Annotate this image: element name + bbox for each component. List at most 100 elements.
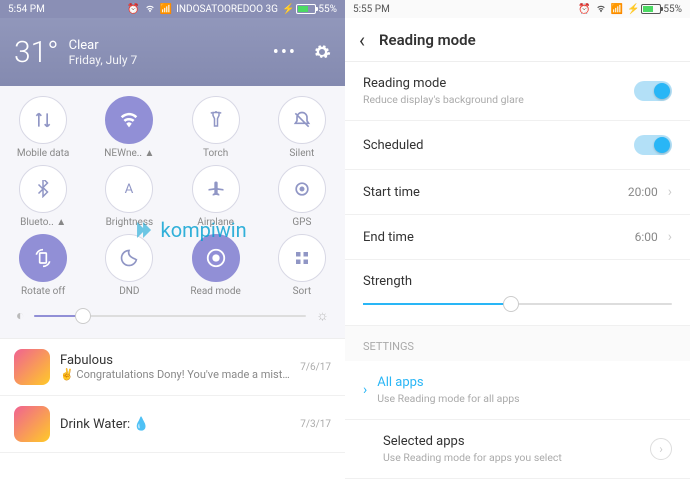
toggle-dnd[interactable]: DND — [86, 234, 172, 297]
toggle-label: Airplane — [197, 217, 234, 228]
toggle-sort[interactable]: Sort — [259, 234, 345, 297]
toggle-label: Silent — [289, 148, 314, 159]
page-header: ‹ Reading mode — [345, 18, 690, 62]
more-icon[interactable]: ••• — [273, 42, 297, 63]
brightness-low-icon: ◐ — [16, 307, 24, 324]
notif-title: Drink Water: 💧 — [60, 417, 290, 432]
weather-date: Friday, July 7 — [69, 53, 138, 67]
status-bar-right: 5:55 PM ⏰ 📶 ⚡ 55% — [345, 0, 690, 18]
sort-icon[interactable] — [278, 234, 326, 282]
notification-item[interactable]: Drink Water: 💧 7/3/17 — [0, 396, 345, 453]
toggle-label: DND — [119, 286, 139, 297]
toggle-torch[interactable]: Torch — [173, 96, 259, 159]
setting-selected-apps[interactable]: Selected apps Use Reading mode for apps … — [345, 420, 690, 479]
status-time: 5:55 PM — [353, 4, 390, 15]
reading-mode-switch[interactable] — [634, 81, 672, 101]
app-icon — [14, 406, 50, 442]
setting-label: All apps — [377, 375, 672, 390]
toggle-label: Torch — [203, 148, 228, 159]
wifi-icon[interactable] — [105, 96, 153, 144]
toggle-brightness[interactable]: A Brightness — [86, 165, 172, 228]
toggle-label: GPS — [292, 217, 311, 228]
dnd-icon[interactable] — [105, 234, 153, 282]
toggle-silent[interactable]: Silent — [259, 96, 345, 159]
strength-slider[interactable] — [363, 303, 672, 305]
toggle-label: Sort — [293, 286, 312, 297]
alarm-icon: ⏰ — [578, 4, 590, 15]
wifi-icon — [144, 4, 156, 14]
toggle-label: Blueto.. ▲ — [20, 217, 66, 228]
bluetooth-icon[interactable] — [19, 165, 67, 213]
notification-list: Fabulous✌ Congratulations Dony! You've m… — [0, 338, 345, 453]
notif-time: 7/6/17 — [300, 362, 331, 373]
silent-icon[interactable] — [278, 96, 326, 144]
status-time: 5:54 PM — [8, 4, 45, 15]
toggle-readmode[interactable]: Read mode — [173, 234, 259, 297]
airplane-icon[interactable] — [192, 165, 240, 213]
toggle-bluetooth[interactable]: Blueto.. ▲ — [0, 165, 86, 228]
status-bar-left: 5:54 PM ⏰ 📶 INDOSATOOREDOO 3G ⚡ 55% — [0, 0, 345, 18]
setting-start-time[interactable]: Start time 20:00 › — [345, 170, 690, 215]
setting-reading-mode[interactable]: Reading mode Reduce display's background… — [345, 62, 690, 121]
setting-sublabel: Use Reading mode for all apps — [377, 392, 672, 405]
toggle-label: NEWne.. ▲ — [104, 148, 154, 159]
signal-icon: 📶 — [611, 4, 623, 15]
setting-label: Scheduled — [363, 138, 624, 153]
weather-panel: 31° Clear Friday, July 7 ••• — [0, 18, 345, 86]
battery-indicator: ⚡ 55% — [627, 4, 682, 15]
chevron-right-icon: › — [668, 229, 672, 245]
toggle-gps[interactable]: GPS — [259, 165, 345, 228]
notif-text: ✌ Congratulations Dony! You've made a mi… — [60, 368, 290, 381]
notif-title: Fabulous — [60, 353, 290, 368]
notif-time: 7/3/17 — [300, 419, 331, 430]
mobile-data-icon[interactable] — [19, 96, 67, 144]
end-time-value: 6:00 — [635, 230, 658, 244]
setting-label: Start time — [363, 185, 618, 200]
setting-sublabel: Use Reading mode for apps you select — [383, 451, 640, 464]
signal-icon: 📶 — [160, 4, 172, 15]
toggle-label: Rotate off — [21, 286, 65, 297]
setting-label: Selected apps — [383, 434, 640, 449]
toggle-mobile-data[interactable]: Mobile data — [0, 96, 86, 159]
gear-icon[interactable] — [313, 43, 331, 61]
setting-sublabel: Reduce display's background glare — [363, 93, 624, 106]
setting-label: Strength — [363, 274, 672, 289]
alarm-icon: ⏰ — [127, 4, 139, 15]
brightness-slider[interactable] — [34, 315, 306, 317]
torch-icon[interactable] — [192, 96, 240, 144]
setting-label: End time — [363, 230, 625, 245]
gps-icon[interactable] — [278, 165, 326, 213]
readmode-icon[interactable] — [192, 234, 240, 282]
brightness-auto-icon[interactable]: ☼ — [316, 307, 329, 324]
setting-all-apps[interactable]: › All apps Use Reading mode for all apps — [345, 361, 690, 420]
rotate-icon[interactable] — [19, 234, 67, 282]
chevron-right-icon: › — [650, 438, 672, 460]
section-header-settings: SETTINGS — [345, 326, 690, 361]
back-button[interactable]: ‹ — [359, 28, 365, 52]
scheduled-switch[interactable] — [634, 135, 672, 155]
toggle-label: Brightness — [106, 217, 154, 228]
toggle-airplane[interactable]: Airplane — [173, 165, 259, 228]
carrier: INDOSATOOREDOO 3G — [176, 4, 278, 15]
battery-indicator: ⚡ 55% — [282, 4, 337, 15]
toggle-label: Mobile data — [17, 148, 70, 159]
brightness-slider-row: ◐ ☼ — [0, 297, 345, 334]
page-title: Reading mode — [379, 31, 476, 49]
app-icon — [14, 349, 50, 385]
notification-item[interactable]: Fabulous✌ Congratulations Dony! You've m… — [0, 339, 345, 396]
setting-scheduled[interactable]: Scheduled — [345, 121, 690, 170]
setting-end-time[interactable]: End time 6:00 › — [345, 215, 690, 260]
svg-text:A: A — [125, 182, 134, 197]
toggle-wifi[interactable]: NEWne.. ▲ — [86, 96, 172, 159]
toggle-label: Read mode — [190, 286, 240, 297]
chevron-right-icon: › — [363, 382, 367, 398]
toggle-rotate[interactable]: Rotate off — [0, 234, 86, 297]
weather-condition: Clear — [69, 38, 138, 53]
weather-temp: 31° — [14, 35, 59, 70]
brightness-icon[interactable]: A — [105, 165, 153, 213]
wifi-icon — [595, 4, 607, 14]
setting-strength: Strength — [345, 260, 690, 326]
quick-toggles-panel: Mobile data NEWne.. ▲ Torch Silent Blueto.. … — [0, 86, 345, 338]
start-time-value: 20:00 — [628, 185, 658, 199]
chevron-right-icon: › — [668, 184, 672, 200]
